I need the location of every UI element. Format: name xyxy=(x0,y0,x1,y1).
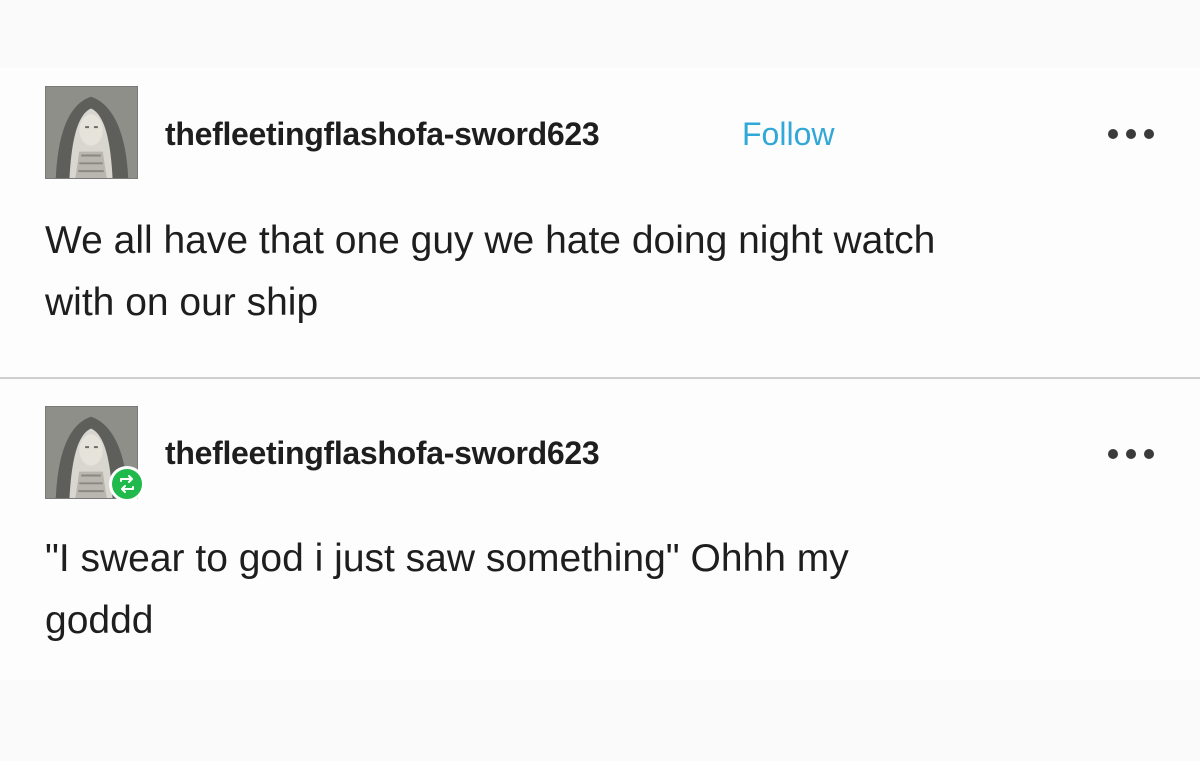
reblog-post: thefleetingflashofa-sword623 "I swear to… xyxy=(0,380,1200,680)
username[interactable]: thefleetingflashofa-sword623 xyxy=(165,116,600,153)
post-text: We all have that one guy we hate doing n… xyxy=(45,210,1145,334)
username[interactable]: thefleetingflashofa-sword623 xyxy=(165,435,600,472)
more-options-icon[interactable] xyxy=(1104,124,1158,144)
reblog-icon xyxy=(109,466,145,502)
post-text: "I swear to god i just saw something" Oh… xyxy=(45,528,1145,652)
follow-button[interactable]: Follow xyxy=(742,116,834,153)
post-text-line: goddd xyxy=(45,599,154,642)
post-text-line: We all have that one guy we hate doing n… xyxy=(45,219,936,262)
post-divider xyxy=(0,377,1200,379)
post: thefleetingflashofa-sword623 Follow We a… xyxy=(0,68,1200,378)
post-text-line: with on our ship xyxy=(45,281,319,324)
portrait-avatar-icon xyxy=(46,87,137,178)
post-text-line: "I swear to god i just saw something" Oh… xyxy=(45,537,849,580)
avatar[interactable] xyxy=(45,86,138,179)
more-options-icon[interactable] xyxy=(1104,444,1158,464)
